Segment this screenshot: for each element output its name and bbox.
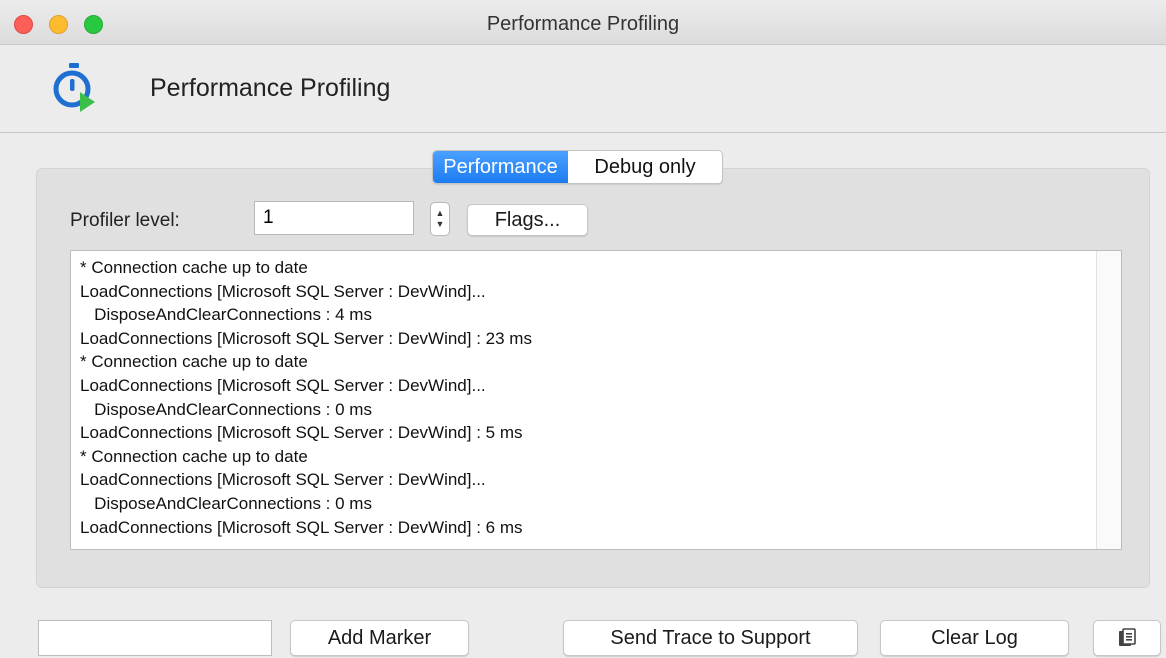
clipboard-copy-icon bbox=[1119, 628, 1136, 646]
log-line: DisposeAndClearConnections : 0 ms bbox=[80, 399, 372, 419]
log-line: * Connection cache up to date bbox=[80, 352, 308, 372]
stepper-down-icon[interactable]: ▼ bbox=[436, 219, 445, 230]
profiler-level-input[interactable] bbox=[254, 201, 414, 235]
log-line: DisposeAndClearConnections : 0 ms bbox=[80, 493, 372, 513]
log-line: LoadConnections [Microsoft SQL Server : … bbox=[80, 328, 532, 348]
profiler-level-stepper[interactable]: ▲ ▼ bbox=[430, 202, 450, 236]
window-title: Performance Profiling bbox=[486, 13, 680, 35]
stopwatch-play-icon bbox=[53, 63, 95, 112]
flags-button[interactable]: Flags... bbox=[467, 204, 588, 236]
log-line: LoadConnections [Microsoft SQL Server : … bbox=[80, 423, 523, 443]
log-line: * Connection cache up to date bbox=[80, 258, 308, 277]
send-trace-button[interactable]: Send Trace to Support bbox=[563, 620, 858, 656]
add-marker-button[interactable]: Add Marker bbox=[290, 620, 469, 656]
profiler-level-label: Profiler level: bbox=[70, 210, 180, 231]
page-title: Performance Profiling bbox=[150, 74, 391, 102]
log-line: LoadConnections [Microsoft SQL Server : … bbox=[80, 375, 486, 395]
log-line: LoadConnections [Microsoft SQL Server : … bbox=[80, 281, 486, 301]
log-scrollbar[interactable] bbox=[1096, 251, 1121, 549]
log-line: DisposeAndClearConnections : 4 ms bbox=[80, 305, 372, 325]
tab-debug-only[interactable]: Debug only bbox=[568, 151, 722, 183]
log-line: LoadConnections [Microsoft SQL Server : … bbox=[80, 470, 486, 490]
window-titlebar: Performance Profiling bbox=[0, 0, 1166, 45]
marker-input[interactable] bbox=[38, 620, 272, 656]
log-output[interactable]: * Connection cache up to date LoadConnec… bbox=[70, 250, 1122, 550]
clear-log-button[interactable]: Clear Log bbox=[880, 620, 1069, 656]
log-line: * Connection cache up to date bbox=[80, 446, 308, 466]
log-lines: * Connection cache up to date LoadConnec… bbox=[80, 256, 532, 539]
stepper-up-icon[interactable]: ▲ bbox=[436, 208, 445, 219]
log-line: LoadConnections [Microsoft SQL Server : … bbox=[80, 517, 523, 537]
copy-log-button[interactable] bbox=[1093, 620, 1161, 656]
tab-performance[interactable]: Performance bbox=[433, 151, 568, 183]
mode-segmented-control: Performance Debug only bbox=[432, 150, 723, 184]
